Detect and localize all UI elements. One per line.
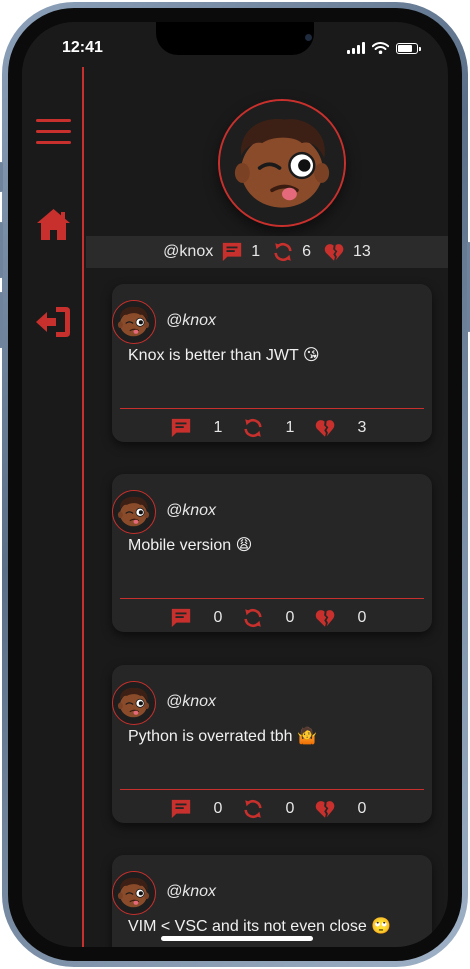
repost-count: 0	[285, 609, 295, 626]
comment-count: 0	[213, 609, 223, 626]
profile-dislikes-count: 13	[353, 243, 371, 260]
profile-comments-count: 1	[251, 243, 261, 260]
repost-count: 1	[285, 419, 295, 436]
post-username[interactable]: @knox	[166, 693, 216, 711]
post-avatar[interactable]	[112, 490, 156, 534]
home-icon[interactable]	[36, 208, 71, 241]
avatar-image	[113, 872, 154, 913]
profile-dislikes-stat: 13	[323, 241, 371, 263]
post-card[interactable]: @knox Python is overrated tbh 🤷 0 0 0	[112, 665, 432, 823]
battery-icon	[396, 42, 421, 54]
broken-heart-icon	[314, 417, 336, 439]
battery-level	[398, 44, 413, 52]
repost-icon	[242, 798, 264, 820]
post-avatar[interactable]	[112, 300, 156, 344]
sign-out-icon[interactable]	[36, 305, 71, 339]
mute-switch	[0, 162, 3, 192]
post-card[interactable]: @knox Mobile version 😩 0 0 0	[112, 474, 432, 632]
repost-icon	[272, 241, 294, 263]
dislike-button[interactable]: 0	[314, 607, 374, 629]
post-text: Python is overrated tbh 🤷	[128, 728, 317, 745]
dislike-count: 0	[357, 609, 367, 626]
avatar-image	[113, 491, 154, 532]
volume-up-button	[0, 222, 3, 278]
post-avatar[interactable]	[112, 681, 156, 725]
sidebar	[22, 67, 84, 947]
repost-button[interactable]: 1	[242, 417, 314, 439]
post-actions: 1 1 3	[112, 416, 432, 440]
post-actions: 0 0 0	[112, 606, 432, 630]
post-divider	[120, 408, 424, 409]
status-time: 12:41	[62, 39, 103, 56]
comment-count: 0	[213, 800, 223, 817]
avatar-image	[113, 682, 154, 723]
broken-heart-icon	[323, 241, 345, 263]
main-content: @knox 1 6 13 @knox Knox is better than J…	[86, 67, 448, 947]
repost-icon	[242, 607, 264, 629]
front-camera	[305, 34, 312, 41]
camera-notch	[156, 22, 314, 55]
comment-icon	[170, 798, 192, 820]
post-username[interactable]: @knox	[166, 883, 216, 901]
profile-avatar[interactable]	[218, 99, 346, 227]
profile-comments-stat: 1	[221, 241, 260, 263]
post-username[interactable]: @knox	[166, 502, 216, 520]
post-username[interactable]: @knox	[166, 312, 216, 330]
home-indicator[interactable]	[161, 936, 313, 941]
repost-icon	[242, 417, 264, 439]
repost-count: 0	[285, 800, 295, 817]
comment-button[interactable]: 1	[170, 417, 242, 439]
app-screen: 12:41 @knox 1 6 13 @knox Knox is better …	[22, 22, 448, 947]
repost-button[interactable]: 0	[242, 798, 314, 820]
hamburger-menu-icon[interactable]	[36, 119, 71, 144]
comment-button[interactable]: 0	[170, 607, 242, 629]
avatar-image	[113, 301, 154, 342]
post-text: Mobile version 😩	[128, 537, 253, 554]
volume-down-button	[0, 292, 3, 348]
repost-button[interactable]: 0	[242, 607, 314, 629]
comment-icon	[170, 607, 192, 629]
post-text: Knox is better than JWT 😘	[128, 347, 320, 364]
cellular-signal-icon	[347, 42, 365, 54]
post-divider	[120, 789, 424, 790]
status-icons	[347, 42, 421, 54]
phone-frame: 12:41 @knox 1 6 13 @knox Knox is better …	[0, 2, 470, 967]
comment-button[interactable]: 0	[170, 798, 242, 820]
dislike-count: 0	[357, 800, 367, 817]
profile-handle: @knox	[163, 243, 214, 260]
broken-heart-icon	[314, 607, 336, 629]
comment-count: 1	[213, 419, 223, 436]
wifi-icon	[372, 42, 389, 54]
post-card[interactable]: @knox VIM < VSC and its not even close 🙄	[112, 855, 432, 947]
avatar-image	[220, 101, 344, 225]
comment-icon	[170, 417, 192, 439]
comment-icon	[221, 241, 243, 263]
broken-heart-icon	[314, 798, 336, 820]
post-divider	[120, 598, 424, 599]
dislike-count: 3	[357, 419, 367, 436]
dislike-button[interactable]: 3	[314, 417, 374, 439]
post-actions: 0 0 0	[112, 797, 432, 821]
profile-stats-bar: @knox 1 6 13	[86, 236, 448, 268]
profile-reposts-count: 6	[302, 243, 312, 260]
profile-reposts-stat: 6	[272, 241, 311, 263]
post-card[interactable]: @knox Knox is better than JWT 😘 1 1 3	[112, 284, 432, 442]
post-avatar[interactable]	[112, 871, 156, 915]
dislike-button[interactable]: 0	[314, 798, 374, 820]
post-text: VIM < VSC and its not even close 🙄	[128, 918, 392, 935]
